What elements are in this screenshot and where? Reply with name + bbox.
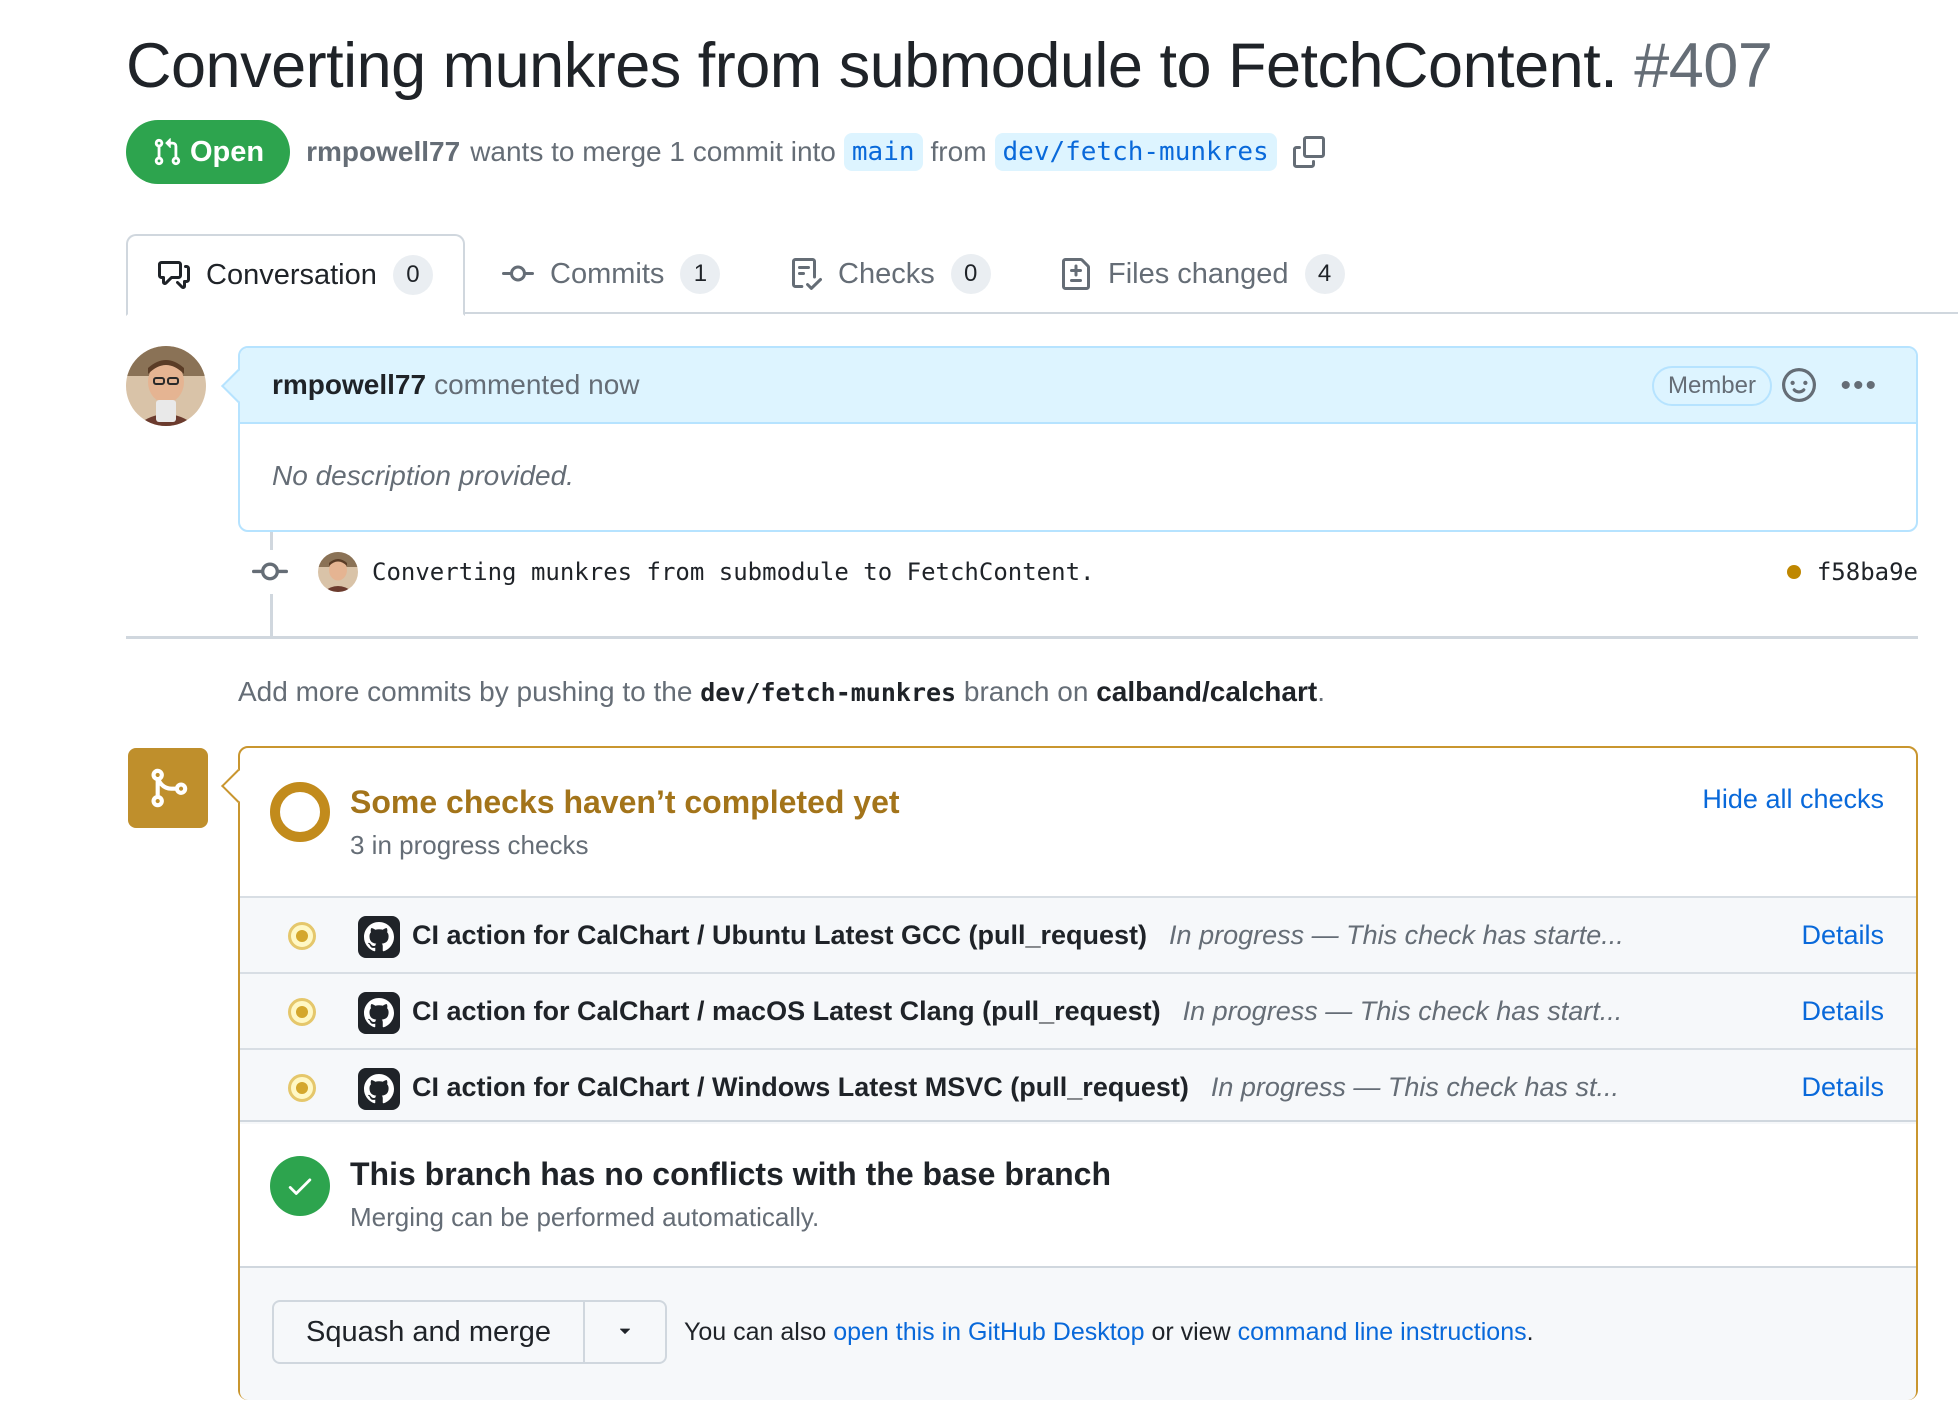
no-conflicts-subtitle: Merging can be performed automatically. (350, 1202, 820, 1232)
push-hint-branch: dev/fetch-munkres (700, 678, 957, 707)
git-pull-request-icon (154, 138, 181, 166)
tab-files-changed[interactable]: Files changed 4 (1060, 234, 1345, 314)
pr-meta-row: Open rmpowell77 wants to merge 1 commit … (126, 120, 1325, 184)
timeline-commit-item: Converting munkres from submodule to Fet… (252, 548, 1918, 596)
commit-sha-group: f58ba9e (1786, 548, 1918, 596)
checks-title: Some checks haven’t completed yet (350, 784, 900, 820)
commit-author-avatar[interactable] (318, 552, 358, 592)
pending-status-icon (288, 922, 316, 950)
pr-summary-text: wants to merge 1 commit into (470, 136, 836, 167)
pr-state-badge: Open (126, 120, 291, 184)
no-conflicts-title: This branch has no conflicts with the ba… (350, 1156, 1112, 1192)
head-branch-chip[interactable]: dev/fetch-munkres (994, 133, 1277, 171)
pr-tabs: Conversation 0 Commits 1 Checks 0 Files … (126, 234, 1958, 316)
check-row: CI action for CalChart / macOS Latest Cl… (240, 972, 1916, 1048)
merge-box: Some checks haven’t completed yet 3 in p… (221, 746, 1918, 1400)
merge-method-dropdown[interactable] (585, 1302, 665, 1362)
merge-note-prefix: You can also (684, 1318, 827, 1346)
tab-files-count: 4 (1304, 254, 1345, 294)
check-name-text: CI action for CalChart / Windows Latest … (412, 1072, 1189, 1102)
push-hint-suffix: . (1317, 676, 1325, 707)
commit-message-link[interactable]: Converting munkres from submodule to Fet… (372, 558, 1094, 586)
pending-status-icon (288, 1074, 316, 1102)
check-name: CI action for CalChart / macOS Latest Cl… (412, 974, 1622, 1048)
comment-author-link[interactable]: rmpowell77 (272, 369, 426, 401)
github-actions-icon (358, 916, 400, 958)
base-branch-chip[interactable]: main (843, 133, 923, 171)
git-commit-icon (502, 265, 534, 282)
checks-summary: Some checks haven’t completed yet 3 in p… (240, 748, 1916, 896)
pr-title-text: Converting munkres from submodule to Fet… (126, 31, 1618, 101)
merge-note-suffix: . (1526, 1318, 1534, 1346)
commit-status-dot[interactable] (1786, 565, 1801, 579)
check-details-link[interactable]: Details (1801, 1050, 1884, 1124)
check-name-text: CI action for CalChart / macOS Latest Cl… (412, 996, 1161, 1026)
author-avatar[interactable] (126, 346, 206, 426)
check-name: CI action for CalChart / Windows Latest … (412, 1050, 1619, 1124)
copy-icon[interactable] (1292, 136, 1325, 168)
check-row: CI action for CalChart / Ubuntu Latest G… (240, 896, 1916, 972)
pr-number: #407 (1634, 31, 1773, 101)
check-status-text: In progress — This check has start... (1182, 996, 1623, 1026)
comment-action-text[interactable]: commented now (434, 369, 639, 401)
file-diff-icon (1062, 258, 1090, 290)
pending-status-icon (288, 998, 316, 1026)
from-word: from (930, 136, 987, 167)
check-circle-icon (270, 1156, 330, 1216)
github-actions-icon (358, 992, 400, 1034)
merge-button-group: Squash and merge (272, 1300, 668, 1364)
pending-ring-icon (270, 782, 330, 842)
command-line-instructions-link[interactable]: command line instructions (1238, 1318, 1527, 1346)
comment-discussion-icon (158, 261, 190, 289)
tab-commits-count: 1 (680, 254, 721, 294)
checks-subtitle: 3 in progress checks (350, 830, 589, 860)
merge-note: You can also open this in GitHub Desktop… (684, 1300, 1534, 1364)
tab-checks[interactable]: Checks 0 (790, 234, 991, 314)
tab-conversation-label: Conversation (206, 258, 377, 291)
triangle-down-icon (614, 1319, 636, 1346)
tab-conversation-count: 0 (392, 255, 433, 295)
checklist-icon (792, 258, 822, 290)
pr-description-comment: rmpowell77 commented now Member ••• No d… (221, 346, 1918, 532)
push-hint: Add more commits by pushing to the dev/f… (238, 676, 1325, 708)
check-status-text: In progress — This check has starte... (1169, 920, 1624, 950)
git-commit-icon (252, 550, 288, 594)
git-merge-icon (128, 748, 208, 828)
hide-all-checks-link[interactable]: Hide all checks (1702, 784, 1884, 815)
tab-checks-label: Checks (838, 257, 935, 290)
merge-actions: Squash and merge You can also open this … (240, 1266, 1916, 1400)
tab-files-label: Files changed (1108, 257, 1289, 290)
smiley-icon[interactable] (1782, 368, 1816, 407)
check-details-link[interactable]: Details (1801, 974, 1884, 1048)
check-status-text: In progress — This check has st... (1210, 1072, 1619, 1102)
push-hint-repo: calband/calchart (1096, 676, 1318, 707)
squash-and-merge-button[interactable]: Squash and merge (274, 1302, 586, 1362)
github-actions-icon (358, 1068, 400, 1110)
check-name-text: CI action for CalChart / Ubuntu Latest G… (412, 920, 1148, 950)
open-in-desktop-link[interactable]: open this in GitHub Desktop (833, 1318, 1144, 1346)
comment-body: No description provided. (272, 460, 574, 491)
no-conflicts-section: This branch has no conflicts with the ba… (240, 1120, 1916, 1266)
tab-commits[interactable]: Commits 1 (502, 234, 721, 314)
check-name: CI action for CalChart / Ubuntu Latest G… (412, 898, 1624, 972)
pr-author-link[interactable]: rmpowell77 (306, 136, 460, 168)
merge-note-middle: or view (1151, 1318, 1231, 1346)
push-hint-prefix: Add more commits by pushing to the (238, 676, 693, 707)
tab-commits-label: Commits (550, 257, 665, 290)
commit-sha-link[interactable]: f58ba9e (1817, 558, 1918, 586)
member-badge: Member (1651, 366, 1772, 406)
check-details-link[interactable]: Details (1801, 898, 1884, 972)
tab-conversation[interactable]: Conversation 0 (126, 234, 465, 316)
tab-checks-count: 0 (950, 254, 991, 294)
pr-title: Converting munkres from submodule to Fet… (126, 30, 1773, 102)
check-row: CI action for CalChart / Windows Latest … (240, 1048, 1916, 1124)
kebab-horizontal-icon[interactable]: ••• (1840, 371, 1878, 401)
push-hint-middle: branch on (963, 676, 1089, 707)
timeline-divider (126, 636, 1918, 639)
pr-state-label: Open (190, 135, 265, 168)
